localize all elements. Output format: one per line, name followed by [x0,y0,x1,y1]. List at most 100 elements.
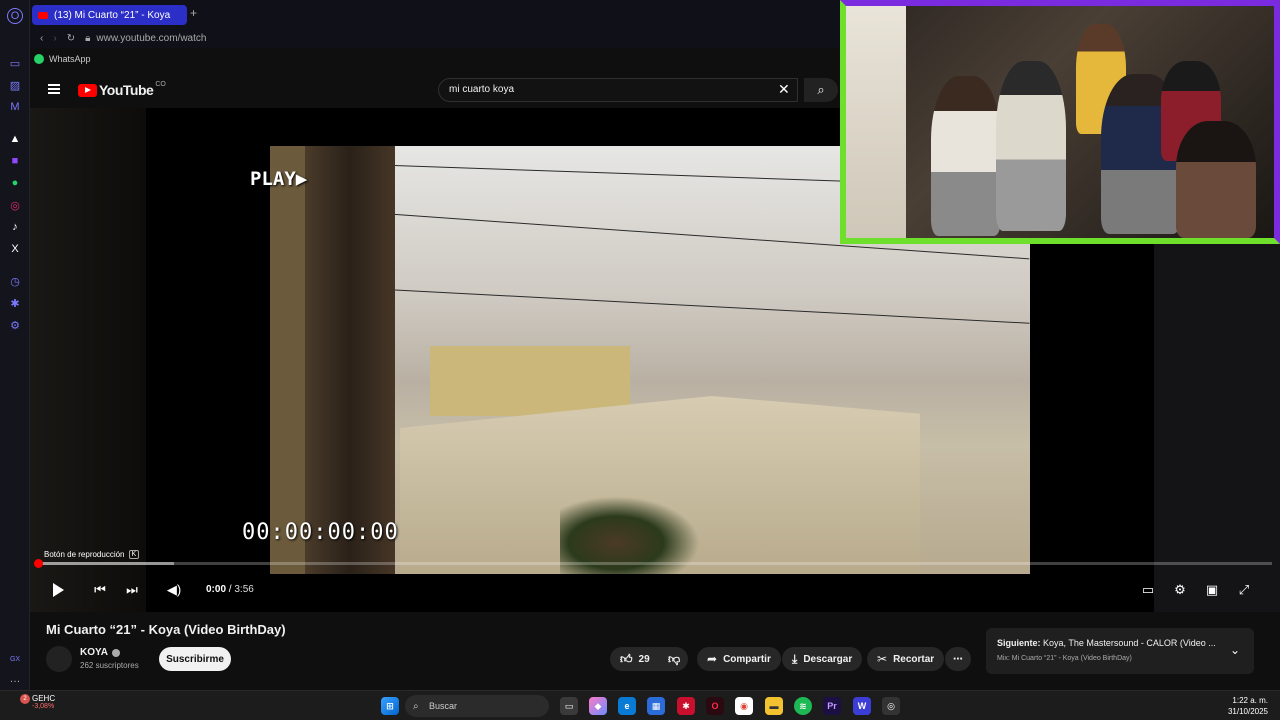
fullscreen-button[interactable]: ⤢ [1234,580,1254,600]
file-explorer-icon[interactable]: ▬ [765,697,783,715]
play-button[interactable] [48,580,68,600]
windows-start-icon[interactable]: ⊞ [381,697,399,715]
download-icon: ⤓ [792,651,798,666]
workspace-icon[interactable]: ▨ [7,77,23,93]
chevron-down-icon[interactable]: ⌄ [1230,643,1240,657]
search-button[interactable]: ⌕ [804,78,838,102]
cam-person [996,61,1066,231]
frame-wire [390,289,1030,324]
store-icon[interactable]: ▦ [647,697,665,715]
new-tab-icon[interactable]: + [190,6,197,20]
aria-icon[interactable]: ▭ [7,55,23,71]
forward-icon[interactable]: › [53,33,56,44]
subtitles-button[interactable]: ▭ [1138,580,1158,600]
youtube-wordmark: YouTube [99,82,154,98]
stock-widget[interactable]: GEHC -3,08% [32,694,55,710]
subtitles-icon: ▭ [1141,582,1155,597]
obs-icon[interactable]: ◎ [882,697,900,715]
channel-name-row[interactable]: KOYA [80,647,120,658]
youtube-logo[interactable]: YouTube CO [78,80,166,98]
opera-gx-icon[interactable]: O [706,697,724,715]
settings-icon[interactable]: ⚙ [7,317,23,333]
app-red-icon[interactable]: ✱ [677,697,695,715]
more-dots-icon: ⋯ [953,653,963,665]
next-button[interactable]: ⏭ [122,580,142,600]
share-icon: ➦ [707,652,718,666]
settings-button[interactable]: ⚙ [1170,580,1190,600]
channel-avatar[interactable] [46,646,72,672]
x-icon[interactable]: X [7,241,23,257]
like-button[interactable]: 👍︎ 29 [610,647,660,671]
clip-button[interactable]: ✂ Recortar [867,647,945,671]
aria-ai-icon[interactable]: ▲ [7,131,23,147]
edge-icon[interactable]: e [618,697,636,715]
bookmark-whatsapp[interactable]: WhatsApp [49,54,91,64]
next-icon: ⏭ [126,582,138,597]
more-actions-button[interactable]: ⋯ [945,647,971,671]
tab-title: (13) Mi Cuarto “21” - Koya [54,9,171,21]
history-icon[interactable]: ◷ [7,273,23,289]
progress-bar[interactable] [34,559,1272,568]
clock-date: 31/10/2025 [1227,707,1268,716]
tooltip-label: Botón de reproducción [44,550,125,559]
ambient-left [30,108,146,612]
taskbar-search[interactable]: ⌕ Buscar [405,695,549,717]
instagram-icon[interactable]: ◎ [7,197,23,213]
whatsapp-icon[interactable]: ● [7,175,23,191]
subscribe-button[interactable]: Suscribirme [159,647,231,671]
dislike-button[interactable]: 👎︎ [660,647,688,671]
app-purple-icon[interactable]: W [853,697,871,715]
stock-change: -3,08% [32,703,55,710]
verified-icon [111,648,120,657]
extensions-icon[interactable]: ✱ [7,295,23,311]
youtube-play-icon [78,83,97,97]
copilot-icon[interactable]: ◆ [589,697,607,715]
up-next-card[interactable]: Siguiente: Koya, The Mastersound - CALOR… [986,628,1254,674]
buffered-bar [38,562,174,565]
share-button[interactable]: ➦ Compartir [697,647,781,671]
address-bar: ‹ › ↻ 🔒︎ www.youtube.com/watch [30,28,840,48]
messenger-icon[interactable]: M [7,99,23,115]
spotify-icon[interactable]: ≋ [794,697,812,715]
duration: 3:56 [234,584,254,595]
hamburger-menu-icon[interactable] [48,84,60,94]
cam-person [931,76,1001,236]
region-code: CO [155,80,166,88]
premiere-icon[interactable]: Pr [823,697,841,715]
system-clock[interactable]: 1:22 a. m. 31/10/2025 [1210,695,1268,717]
theater-icon: ▣ [1205,582,1219,597]
opera-logo-icon[interactable]: O [7,8,23,24]
frame-pole [305,146,395,574]
chrome-icon[interactable]: ◉ [735,697,753,715]
url-field[interactable]: www.youtube.com/watch [96,33,206,44]
volume-button[interactable]: ◀) [164,580,184,600]
whatsapp-bookmark-icon [34,54,44,64]
up-next-line: Siguiente: Koya, The Mastersound - CALOR… [997,638,1217,648]
search-icon: ⌕ [817,82,825,97]
scrubber-handle[interactable] [34,559,43,568]
webcam-overlay [840,0,1280,244]
frame-wall [270,146,310,574]
reload-icon[interactable]: ↻ [67,33,75,44]
ambient-right [1154,238,1280,612]
search-input[interactable]: mi cuarto koya [438,78,798,102]
gx-icon[interactable]: GX [7,651,23,667]
up-next-title: Koya, The Mastersound - CALOR (Video ... [1043,638,1216,648]
tab-bar: (13) Mi Cuarto “21” - Koya + [30,0,840,28]
clear-search-icon[interactable]: ✕ [778,81,790,98]
download-label: Descargar [803,653,853,665]
bookmarks-bar: WhatsApp [30,50,840,68]
twitch-icon[interactable]: ■ [7,153,23,169]
channel-name[interactable]: KOYA [80,647,108,658]
download-button[interactable]: ⤓ Descargar [782,647,863,671]
task-view-icon[interactable]: ▭ [560,697,578,715]
previous-button[interactable]: ⏮ [90,580,110,600]
fullscreen-icon: ⤢ [1238,582,1250,597]
clock-time: 1:22 a. m. [1232,696,1268,705]
subscriber-count: 262 suscriptores [80,661,139,670]
tiktok-icon[interactable]: ♪ [7,219,23,235]
back-icon[interactable]: ‹ [40,33,43,44]
browser-tab[interactable]: (13) Mi Cuarto “21” - Koya [32,5,187,25]
more-icon[interactable]: … [7,671,23,687]
theater-button[interactable]: ▣ [1202,580,1222,600]
